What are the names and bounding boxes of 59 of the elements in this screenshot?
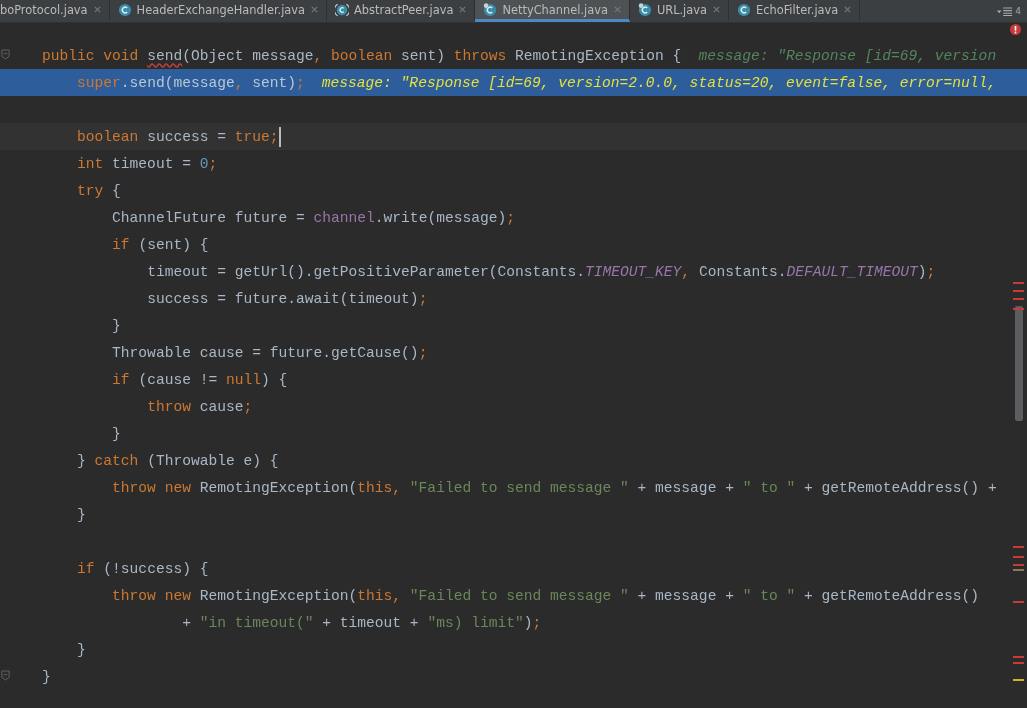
tab-list-button[interactable]: 4 bbox=[991, 0, 1027, 22]
error-stripe-mark[interactable] bbox=[1013, 656, 1024, 658]
code-text: } catch (Throwable e) { bbox=[77, 452, 279, 469]
code-text: + "in timeout(" + timeout + "ms) limit"); bbox=[182, 614, 542, 631]
code-text: success = future.await(timeout); bbox=[147, 290, 428, 307]
code-text: timeout = getUrl().getPositiveParameter(Constants.TIMEOUT_KEY, Constants.DEFAULT_TIMEOUT); bbox=[147, 263, 936, 280]
error-stripe-mark[interactable] bbox=[1013, 556, 1024, 558]
file-tab[interactable]: EchoFilter.java bbox=[729, 0, 861, 22]
error-stripe-mark[interactable] bbox=[1013, 282, 1024, 284]
error-stripe-mark[interactable] bbox=[1013, 298, 1024, 300]
code-text: throw new RemotingException(this, "Failed to send message " + message + " to " + getRemoteAddress() bbox=[112, 587, 980, 604]
fold-icon[interactable] bbox=[1, 49, 10, 60]
code-text: throw cause; bbox=[147, 398, 253, 415]
error-stripe-mark[interactable] bbox=[1013, 290, 1024, 292]
class-icon bbox=[483, 2, 498, 17]
class-icon bbox=[117, 2, 132, 17]
class-icon bbox=[637, 2, 652, 17]
error-stripe-mark[interactable] bbox=[1013, 601, 1024, 603]
code-text: } bbox=[42, 668, 51, 685]
code-text: } bbox=[77, 506, 86, 523]
tab-list-icon bbox=[997, 6, 1014, 16]
file-tab[interactable]: NettyChannel.java bbox=[475, 0, 630, 22]
code-text: if (sent) { bbox=[112, 236, 209, 253]
error-stripe-mark[interactable] bbox=[1013, 546, 1024, 548]
class-icon bbox=[737, 2, 751, 17]
close-icon[interactable] bbox=[712, 5, 721, 14]
fold-icon[interactable] bbox=[1, 670, 10, 681]
close-icon[interactable] bbox=[458, 5, 468, 14]
close-icon[interactable] bbox=[92, 5, 102, 14]
close-icon[interactable] bbox=[310, 5, 320, 14]
code-text: Throwable cause = future.getCause(); bbox=[112, 344, 428, 361]
close-icon[interactable] bbox=[612, 5, 622, 14]
code-text: super.send(message, sent); bbox=[77, 74, 305, 91]
code-text: } bbox=[112, 317, 121, 334]
error-stripe-mark[interactable] bbox=[1013, 569, 1024, 571]
code-text: throw new RemotingException(this, "Failed to send message " + message + " to " + getRemoteAddress() + bbox=[112, 479, 997, 496]
code-text: int timeout = 0; bbox=[77, 155, 218, 172]
scrollbar-thumb[interactable] bbox=[1015, 306, 1023, 421]
code-text: } bbox=[77, 641, 86, 658]
file-tab[interactable]: URL.java bbox=[629, 0, 729, 22]
code-text: boolean success = true; bbox=[77, 128, 279, 145]
error-icon[interactable] bbox=[1010, 24, 1021, 35]
inline-value-hint: message: "Response [id=69, version bbox=[698, 47, 997, 64]
close-icon[interactable] bbox=[843, 5, 853, 14]
error-stripe-mark[interactable] bbox=[1013, 662, 1024, 664]
code-text: try { bbox=[77, 182, 121, 199]
code-text: if (!success) { bbox=[77, 560, 209, 577]
code-text: } bbox=[112, 425, 121, 442]
abstract-class-icon bbox=[335, 2, 350, 17]
code-text: if (cause != null) { bbox=[112, 371, 288, 388]
error-stripe-mark[interactable] bbox=[1013, 564, 1024, 566]
code-text: ChannelFuture future = channel.write(message); bbox=[112, 209, 515, 226]
error-stripe-mark[interactable] bbox=[1013, 679, 1024, 681]
text-caret bbox=[278, 126, 281, 147]
file-tab[interactable]: boProtocol.java bbox=[0, 0, 110, 22]
inline-value-hint: message: "Response [id=69, version=2.0.0, status=20, event=false, error=null, bbox=[321, 74, 997, 91]
file-tab[interactable]: HeaderExchangeHandler.java bbox=[109, 0, 328, 22]
code-text: public void send(Object message, boolean sent) throws RemotingException { bbox=[42, 47, 682, 64]
error-stripe-mark[interactable] bbox=[1013, 308, 1024, 310]
